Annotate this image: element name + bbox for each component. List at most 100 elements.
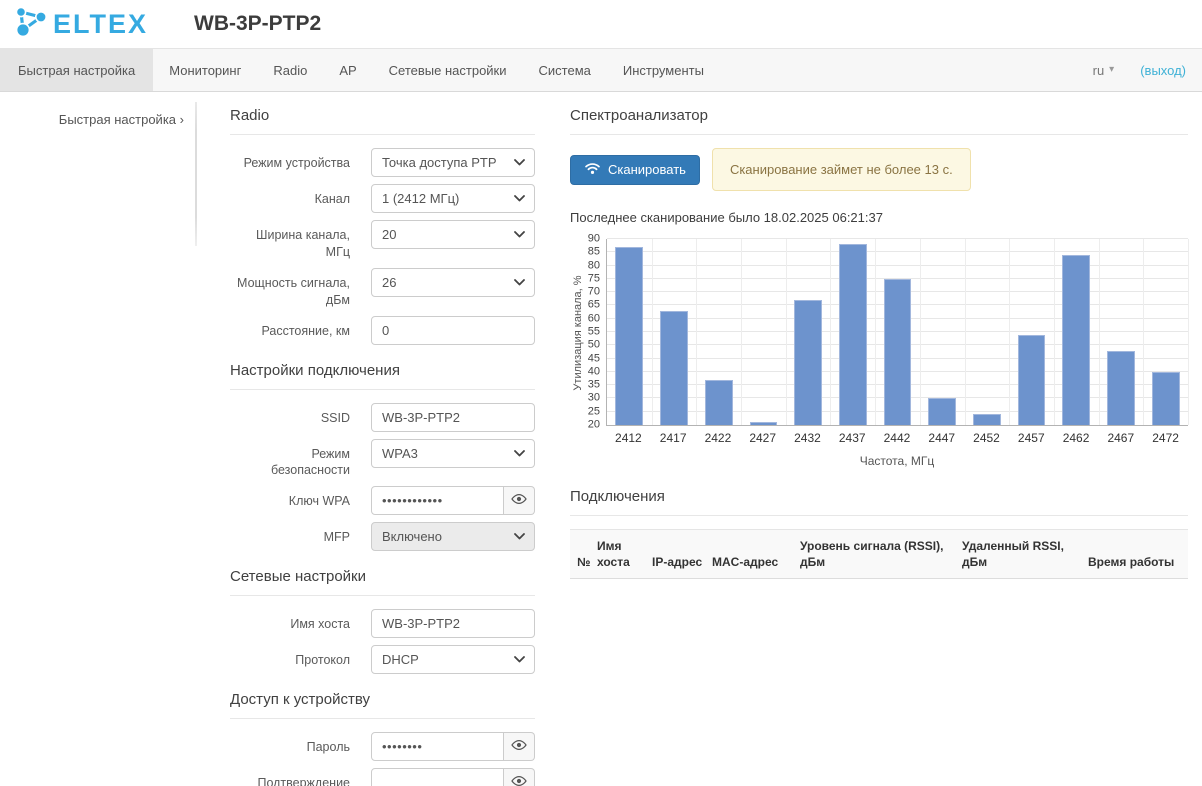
x-tick-label: 2447	[919, 431, 964, 445]
y-tick-label: 80	[588, 260, 600, 271]
chart-bar	[1062, 255, 1090, 425]
language-value: ru	[1093, 63, 1105, 78]
protocol-select[interactable]: DHCP	[371, 645, 535, 674]
field-security-mode: Режим безопасности WPA3	[230, 439, 535, 480]
chart-bar	[750, 422, 778, 425]
field-label: Пароль	[230, 732, 350, 761]
field-label: Мощность сигнала, дБм	[230, 268, 350, 309]
x-tick-label: 2467	[1098, 431, 1143, 445]
scan-button[interactable]: Сканировать	[570, 155, 700, 185]
eltex-logo[interactable]: ELTEX	[13, 5, 148, 44]
y-tick-label: 75	[588, 273, 600, 284]
chart-bar	[1152, 372, 1180, 425]
chart-bar	[839, 244, 867, 425]
y-tick-label: 90	[588, 234, 600, 245]
x-tick-label: 2422	[696, 431, 741, 445]
scan-notice: Сканирование займет не более 13 с.	[712, 148, 971, 191]
field-password-confirm: Подтверждение пароля	[230, 768, 535, 786]
language-select[interactable]: ru ▾	[1093, 63, 1115, 78]
ssid-input[interactable]	[371, 403, 535, 432]
password-confirm-eye-button[interactable]	[504, 768, 535, 786]
section-device-access: Доступ к устройству Пароль Подтверждение…	[230, 691, 535, 786]
x-axis-label: Частота, МГц	[606, 454, 1188, 468]
field-wpa-key: Ключ WPA	[230, 486, 535, 515]
connections-section: Подключения № Имя хоста IP-адрес MAC-адр…	[570, 488, 1188, 579]
caret-down-icon: ▾	[1109, 65, 1114, 75]
select-value: 20	[382, 227, 396, 242]
wpa-key-eye-button[interactable]	[504, 486, 535, 515]
col-ip: IP-адрес	[652, 530, 712, 579]
y-tick-label: 85	[588, 247, 600, 258]
x-tick-label: 2432	[785, 431, 830, 445]
device-mode-select[interactable]: Точка доступа PTP	[371, 148, 535, 177]
y-axis-label: Утилизация канала, %	[572, 275, 584, 390]
tab-network-settings[interactable]: Сетевые настройки	[373, 49, 523, 91]
chart-bar	[928, 398, 956, 425]
eye-icon	[511, 774, 527, 786]
page: ELTEX WB-3P-PTP2 Быстрая настройка Монит…	[0, 0, 1202, 786]
field-label: Режим безопасности	[230, 439, 350, 480]
field-password: Пароль	[230, 732, 535, 761]
select-value: 1 (2412 МГц)	[382, 191, 459, 206]
eye-icon	[511, 738, 527, 756]
tab-quick-setup[interactable]: Быстрая настройка	[0, 49, 153, 91]
chevron-down-icon	[514, 195, 525, 202]
field-label: Расстояние, км	[230, 316, 350, 345]
section-title: Сетевые настройки	[230, 568, 535, 596]
spectrum-panel: Спектроанализатор Сканировать Сканирован…	[570, 92, 1188, 579]
field-label: Ширина канала, МГц	[230, 220, 350, 261]
channel-width-select[interactable]: 20	[371, 220, 535, 249]
y-tick-label: 45	[588, 353, 600, 364]
content: Быстрая настройка › Radio Режим устройст…	[0, 92, 1202, 786]
col-hostname: Имя хоста	[597, 530, 652, 579]
security-mode-select[interactable]: WPA3	[371, 439, 535, 468]
select-value: DHCP	[382, 652, 419, 667]
field-label: Имя хоста	[230, 609, 350, 638]
tab-radio[interactable]: Radio	[257, 49, 323, 91]
tx-power-select[interactable]: 26	[371, 268, 535, 297]
y-tick-label: 20	[588, 420, 600, 431]
section-connection-settings: Настройки подключения SSID Режим безопас…	[230, 362, 535, 552]
field-hostname: Имя хоста	[230, 609, 535, 638]
col-number: №	[570, 530, 597, 579]
field-tx-power: Мощность сигнала, дБм 26	[230, 268, 535, 309]
field-label: Протокол	[230, 645, 350, 674]
sidebar-item-quick-setup[interactable]: Быстрая настройка ›	[0, 112, 197, 129]
password-eye-button[interactable]	[504, 732, 535, 761]
section-title: Настройки подключения	[230, 362, 535, 390]
col-uptime: Время работы	[1088, 530, 1188, 579]
field-label: SSID	[230, 403, 350, 432]
tab-monitoring[interactable]: Мониторинг	[153, 49, 257, 91]
logout-link[interactable]: (выход)	[1140, 63, 1186, 78]
eltex-logo-icon	[13, 5, 49, 44]
nav-right: ru ▾ (выход)	[1093, 49, 1202, 91]
main-nav: Быстрая настройка Мониторинг Radio AP Се…	[0, 48, 1202, 92]
field-channel: Канал 1 (2412 МГц)	[230, 184, 535, 213]
y-tick-label: 55	[588, 327, 600, 338]
connections-title: Подключения	[570, 488, 1188, 516]
col-mac: MAC-адрес	[712, 530, 800, 579]
y-tick-label: 40	[588, 366, 600, 377]
chart-bar	[615, 247, 643, 425]
tab-tools[interactable]: Инструменты	[607, 49, 720, 91]
password-confirm-input[interactable]	[371, 768, 504, 786]
field-label: Канал	[230, 184, 350, 213]
password-input[interactable]	[371, 732, 504, 761]
tab-system[interactable]: Система	[523, 49, 607, 91]
app-header: ELTEX WB-3P-PTP2	[0, 0, 1202, 48]
chevron-down-icon	[514, 533, 525, 540]
distance-input[interactable]	[371, 316, 535, 345]
sidebar-item-label: Быстрая настройка	[59, 112, 176, 127]
y-tick-label: 70	[588, 287, 600, 298]
y-tick-label: 60	[588, 313, 600, 324]
mfp-select[interactable]: Включено	[371, 522, 535, 551]
scan-row: Сканировать Сканирование займет не более…	[570, 148, 1188, 191]
hostname-input[interactable]	[371, 609, 535, 638]
wpa-key-input[interactable]	[371, 486, 504, 515]
col-remote-rssi: Удаленный RSSI, дБм	[962, 530, 1088, 579]
y-axis-label-holder: Утилизация канала, %	[570, 239, 584, 426]
tab-ap[interactable]: AP	[323, 49, 372, 91]
channel-select[interactable]: 1 (2412 МГц)	[371, 184, 535, 213]
chart-bar	[884, 279, 912, 425]
wifi-icon	[584, 162, 601, 177]
